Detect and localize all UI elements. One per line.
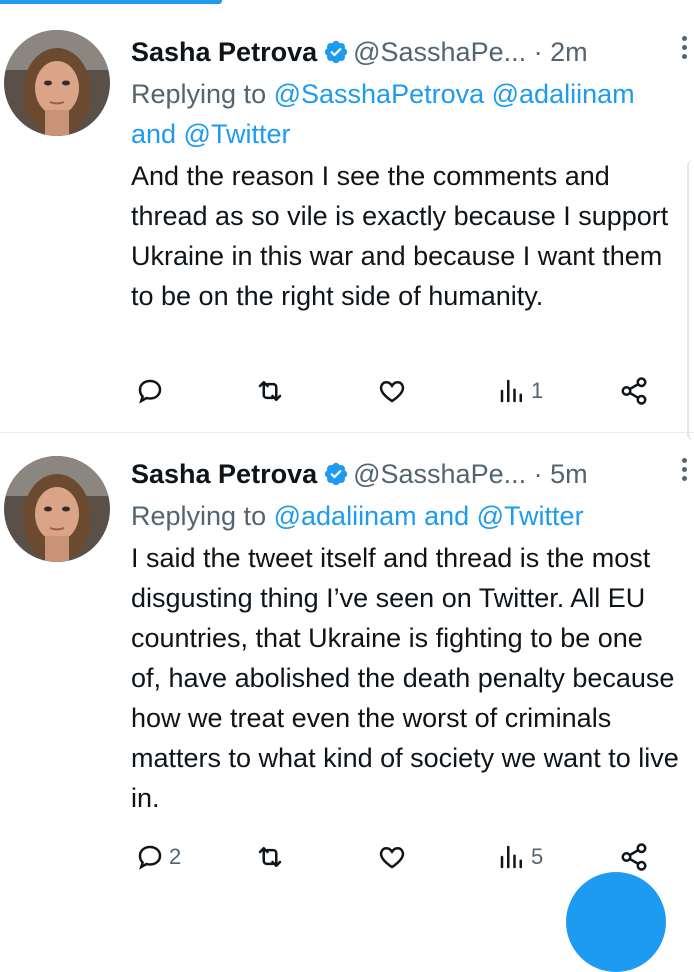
verified-badge-icon: [323, 34, 349, 64]
like-icon: [379, 380, 405, 403]
share-icon: [621, 377, 647, 405]
reply-button[interactable]: [135, 371, 169, 411]
share-button[interactable]: [619, 837, 649, 877]
share-button[interactable]: [619, 371, 649, 411]
tweet-header: Sasha Petrova @SasshaPe... · 2m: [131, 30, 687, 74]
views-button[interactable]: 5: [497, 837, 543, 877]
tweet-header: Sasha Petrova @SasshaPe... · 5m: [131, 452, 687, 496]
share-icon: [621, 843, 647, 871]
avatar[interactable]: [4, 30, 110, 136]
separator-dot: ·: [533, 459, 543, 489]
tweet-divider: [0, 432, 694, 433]
display-name[interactable]: Sasha Petrova: [131, 37, 317, 67]
replying-to-label: Replying to: [131, 79, 267, 109]
avatar[interactable]: [4, 456, 110, 562]
reply-button[interactable]: 2: [135, 837, 181, 877]
replying-to: Replying to @adaliinam and @Twitter: [131, 496, 680, 536]
views-button[interactable]: 1: [497, 371, 543, 411]
like-button[interactable]: [377, 371, 407, 411]
compose-fab[interactable]: [566, 872, 666, 972]
more-options-icon[interactable]: [680, 36, 688, 62]
tweet[interactable]: Sasha Petrova @SasshaPe... · 2m Replying …: [0, 8, 694, 440]
views-icon: [500, 845, 522, 869]
replying-to-label: Replying to: [131, 501, 267, 531]
retweet-button[interactable]: [255, 371, 285, 411]
like-icon: [379, 846, 405, 869]
retweet-icon: [258, 381, 282, 401]
tweet-text: And the reason I see the comments and th…: [131, 161, 669, 311]
retweet-button[interactable]: [255, 837, 285, 877]
more-options-icon[interactable]: [680, 458, 688, 484]
top-tab-indicator: [0, 0, 222, 4]
views-icon: [500, 379, 522, 403]
replying-to: Replying to @SasshaPetrova @adaliinam an…: [131, 74, 680, 154]
retweet-icon: [258, 847, 282, 867]
reply-icon: [138, 379, 162, 404]
tweet[interactable]: Sasha Petrova @SasshaPe... · 5m Replying …: [0, 436, 694, 898]
reply-mentions[interactable]: @adaliinam and @Twitter: [274, 501, 584, 531]
reply-count: 2: [169, 844, 182, 869]
separator-dot: ·: [533, 37, 543, 67]
verified-badge-icon: [323, 456, 349, 486]
reply-icon: [138, 845, 162, 870]
views-count: 5: [531, 844, 544, 869]
handle[interactable]: @SasshaPe...: [353, 37, 526, 67]
tweet-actions: 1: [131, 371, 667, 411]
side-edge: [687, 160, 694, 440]
tweet-actions: 2 5: [131, 837, 667, 877]
handle[interactable]: @SasshaPe...: [353, 459, 526, 489]
like-button[interactable]: [377, 837, 407, 877]
timestamp[interactable]: 2m: [550, 37, 588, 67]
views-count: 1: [531, 378, 544, 403]
display-name[interactable]: Sasha Petrova: [131, 459, 317, 489]
tweet-text: I said the tweet itself and thread is th…: [131, 543, 679, 813]
timestamp[interactable]: 5m: [550, 459, 588, 489]
